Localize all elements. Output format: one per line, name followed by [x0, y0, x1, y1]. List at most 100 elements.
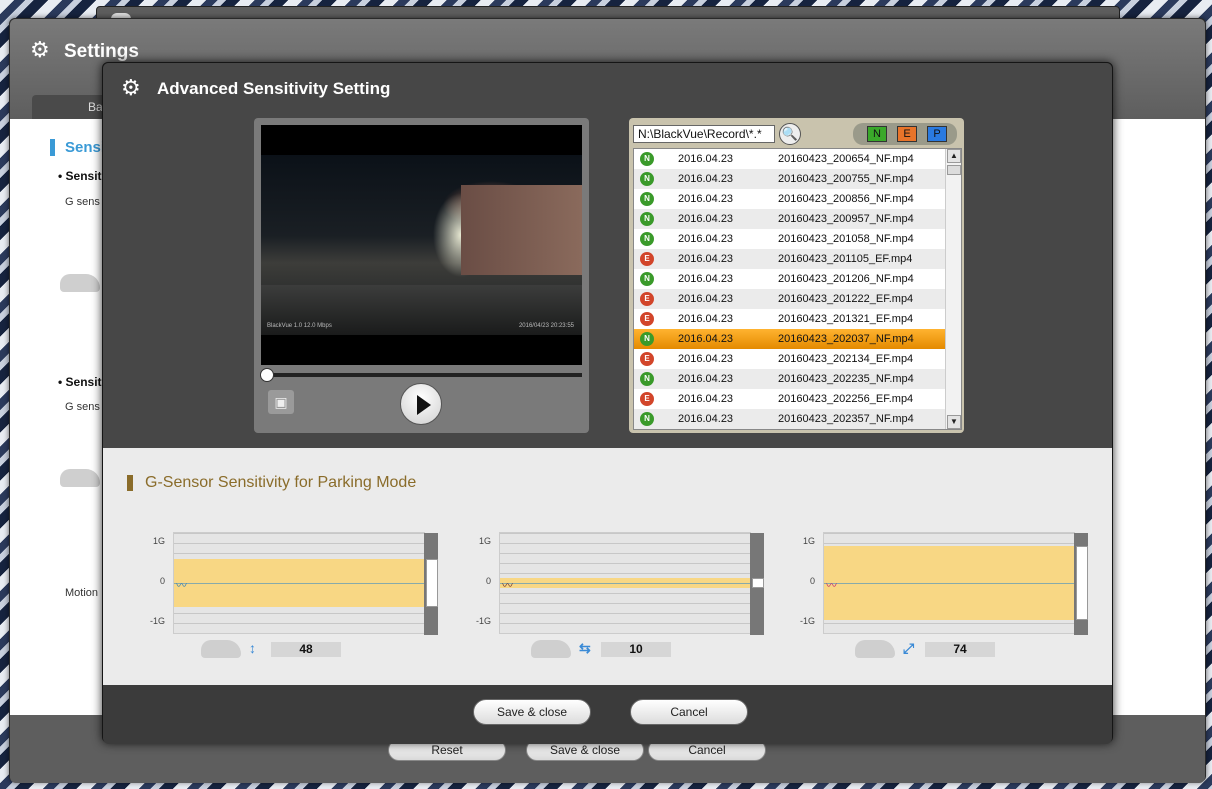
dialog-title: Advanced Sensitivity Setting: [157, 79, 391, 98]
normal-file-icon: N: [640, 212, 654, 226]
file-row[interactable]: N 2016.04.23 20160423_200755_NF.mp4: [634, 169, 945, 189]
subsection-parking: • Sensit: [58, 375, 102, 389]
normal-file-icon: N: [640, 172, 654, 186]
sensitivity-slider[interactable]: [426, 559, 438, 607]
video-preview: [261, 155, 582, 335]
file-name: 20160423_201058_NF.mp4: [778, 233, 914, 245]
file-browser-panel: 🔍 N E P N 2016.04.23 20160423_200654_NF.mp…: [629, 118, 964, 433]
axis-label: -1G: [799, 616, 815, 626]
file-date: 2016.04.23: [678, 393, 734, 405]
sensitivity-graph: 1G 0 -1G 〰: [791, 532, 1088, 635]
file-date: 2016.04.23: [678, 373, 734, 385]
cancel-button[interactable]: Cancel: [630, 699, 748, 725]
play-button[interactable]: [400, 383, 442, 425]
file-name: 20160423_201206_NF.mp4: [778, 273, 914, 285]
file-row[interactable]: E 2016.04.23 20160423_202134_EF.mp4: [634, 349, 945, 369]
sensitivity-value[interactable]: 48: [271, 642, 341, 657]
filter-parking-button[interactable]: P: [927, 126, 947, 142]
normal-file-icon: N: [640, 332, 654, 346]
file-row[interactable]: N 2016.04.23 20160423_200856_NF.mp4: [634, 189, 945, 209]
video-frame: BlackVue 1.0 12.0 Mbps 2016/04/23 20:23:…: [261, 125, 582, 365]
file-date: 2016.04.23: [678, 353, 734, 365]
event-file-icon: E: [640, 252, 654, 266]
path-input[interactable]: [633, 125, 775, 143]
file-date: 2016.04.23: [678, 233, 734, 245]
axis-label: 0: [485, 576, 491, 586]
file-name: 20160423_202235_NF.mp4: [778, 373, 914, 385]
normal-file-icon: N: [640, 372, 654, 386]
file-name: 20160423_202134_EF.mp4: [778, 353, 914, 365]
sensitivity-control: ⇆ 10: [531, 640, 671, 658]
file-date: 2016.04.23: [678, 213, 734, 225]
file-date: 2016.04.23: [678, 313, 734, 325]
save-close-button[interactable]: Save & close: [473, 699, 591, 725]
file-name: 20160423_200654_NF.mp4: [778, 153, 914, 165]
car-icon: [531, 640, 571, 658]
event-file-icon: E: [640, 292, 654, 306]
sensor-trace: 〰: [502, 580, 513, 592]
dialog-footer: [103, 685, 1112, 744]
file-name: 20160423_201222_EF.mp4: [778, 293, 914, 305]
file-row[interactable]: N 2016.04.23 20160423_201058_NF.mp4: [634, 229, 945, 249]
gsensor-label-2: G sens: [65, 401, 100, 413]
file-name: 20160423_201321_EF.mp4: [778, 313, 914, 325]
graph-plot: 〰: [499, 532, 764, 635]
zero-line: [824, 583, 1076, 584]
car-icon: [201, 640, 241, 658]
sensitivity-graph: 1G 0 -1G 〰: [141, 532, 438, 635]
file-list-scrollbar[interactable]: ▲ ▼: [945, 149, 961, 429]
axis-label: -1G: [475, 616, 491, 626]
file-row[interactable]: N 2016.04.23 20160423_202357_NF.mp4: [634, 409, 945, 429]
gsensor-label-1: G sens: [65, 196, 100, 208]
scroll-up-icon[interactable]: ▲: [947, 149, 961, 163]
sensitivity-slider[interactable]: [1076, 546, 1088, 620]
direction-arrow-icon: ⇆: [579, 640, 591, 656]
seek-knob[interactable]: [260, 368, 274, 382]
file-name: 20160423_201105_EF.mp4: [778, 253, 913, 265]
scroll-thumb[interactable]: [947, 165, 961, 175]
file-row[interactable]: E 2016.04.23 20160423_201105_EF.mp4: [634, 249, 945, 269]
file-row[interactable]: E 2016.04.23 20160423_202256_EF.mp4: [634, 389, 945, 409]
advanced-sensitivity-dialog: ⚙ Advanced Sensitivity Setting BlackVue …: [102, 62, 1113, 744]
sensitivity-slider[interactable]: [752, 578, 764, 588]
axis-label: 1G: [802, 536, 815, 546]
filter-normal-button[interactable]: N: [867, 126, 887, 142]
direction-arrow-icon: ⤢: [903, 640, 915, 656]
file-row[interactable]: N 2016.04.23 20160423_202037_NF.mp4: [634, 329, 945, 349]
filter-event-button[interactable]: E: [897, 126, 917, 142]
event-file-icon: E: [640, 312, 654, 326]
sensor-trace: 〰: [176, 580, 187, 592]
sensitivity-graph: 1G 0 -1G 〰: [467, 532, 764, 635]
file-list: N 2016.04.23 20160423_200654_NF.mp4 N 2016.0…: [633, 148, 962, 430]
file-date: 2016.04.23: [678, 253, 734, 265]
sensitivity-area: G-Sensor Sensitivity for Parking Mode 1G…: [103, 448, 1112, 685]
settings-title: Settings: [64, 41, 139, 62]
file-date: 2016.04.23: [678, 273, 734, 285]
graph-plot: 〰: [173, 532, 438, 635]
direction-arrow-icon: ↕: [249, 640, 256, 656]
gear-icon: ⚙: [30, 37, 50, 62]
sensitivity-value[interactable]: 74: [925, 642, 995, 657]
file-row[interactable]: N 2016.04.23 20160423_202235_NF.mp4: [634, 369, 945, 389]
sensitivity-control: ⤢ 74: [855, 640, 995, 658]
file-row[interactable]: N 2016.04.23 20160423_200654_NF.mp4: [634, 149, 945, 169]
sensitivity-value[interactable]: 10: [601, 642, 671, 657]
file-date: 2016.04.23: [678, 153, 734, 165]
car-icon: [60, 274, 100, 292]
file-row[interactable]: N 2016.04.23 20160423_200957_NF.mp4: [634, 209, 945, 229]
gear-icon: ⚙: [121, 75, 141, 100]
seek-bar[interactable]: [266, 373, 582, 377]
file-row[interactable]: E 2016.04.23 20160423_201321_EF.mp4: [634, 309, 945, 329]
section-sensitivity: Sensi: [50, 139, 105, 156]
snapshot-icon[interactable]: ▣: [268, 390, 294, 414]
normal-file-icon: N: [640, 152, 654, 166]
scroll-down-icon[interactable]: ▼: [947, 415, 961, 429]
search-icon[interactable]: 🔍: [779, 123, 801, 145]
video-osd-right: 2016/04/23 20:23:55: [518, 323, 574, 329]
file-name: 20160423_202037_NF.mp4: [778, 333, 914, 345]
file-row[interactable]: N 2016.04.23 20160423_201206_NF.mp4: [634, 269, 945, 289]
subsection-normal: • Sensit: [58, 169, 102, 183]
normal-file-icon: N: [640, 192, 654, 206]
normal-file-icon: N: [640, 232, 654, 246]
file-row[interactable]: E 2016.04.23 20160423_201222_EF.mp4: [634, 289, 945, 309]
